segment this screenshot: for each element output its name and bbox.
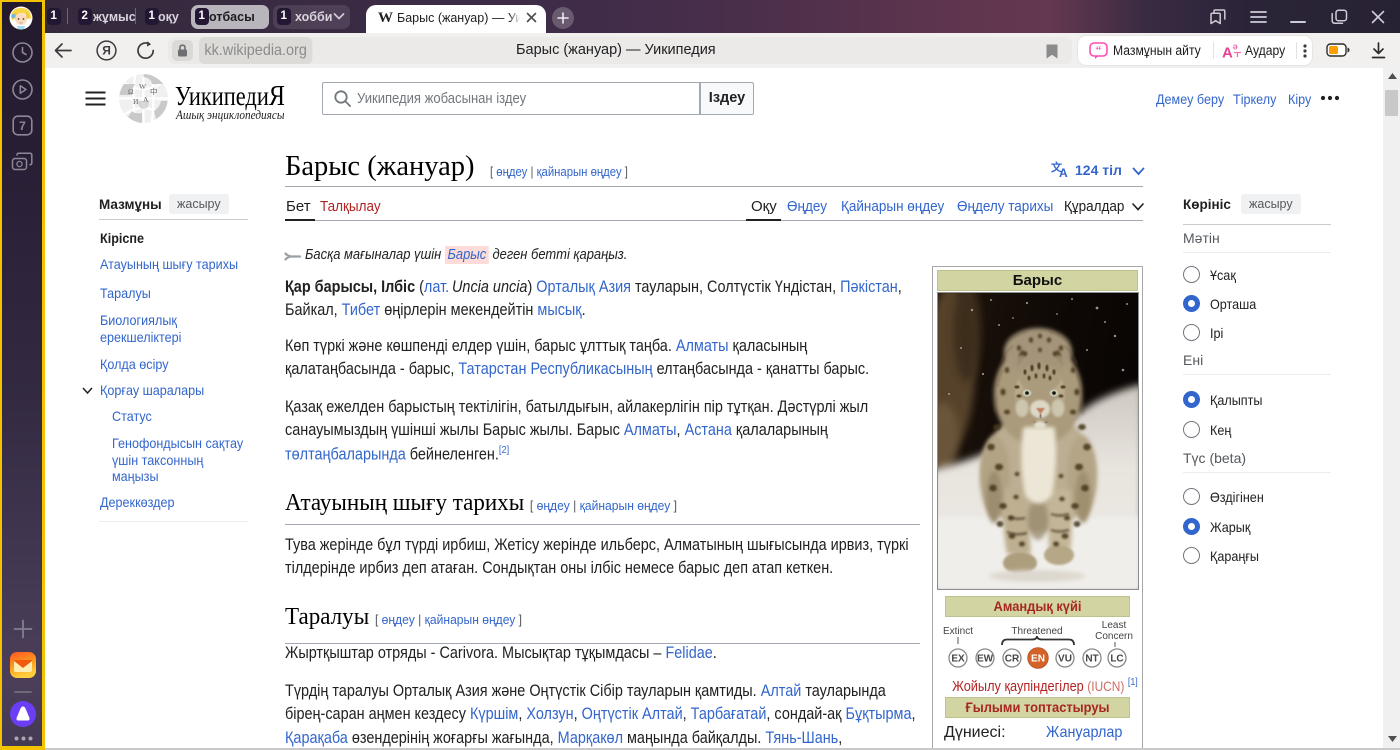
svg-text:Α: Α — [143, 95, 149, 104]
svg-text:Concern: Concern — [1095, 631, 1133, 642]
svg-text:EN: EN — [1031, 654, 1045, 665]
svg-text:NT: NT — [1085, 654, 1098, 665]
svg-text:CR: CR — [1005, 654, 1020, 665]
svg-text:A: A — [1059, 166, 1068, 178]
svg-text:Threatened: Threatened — [1011, 626, 1062, 637]
svg-text:И: И — [133, 97, 139, 106]
svg-text:LC: LC — [1110, 654, 1123, 665]
svg-text:VU: VU — [1058, 654, 1072, 665]
svg-text:Extinct: Extinct — [943, 626, 973, 637]
svg-text:EX: EX — [951, 654, 965, 665]
svg-text:Ω: Ω — [128, 87, 134, 96]
svg-text:7: 7 — [19, 119, 26, 133]
svg-text:W: W — [139, 82, 147, 91]
svg-text:EW: EW — [977, 654, 994, 665]
svg-text:中: 中 — [150, 86, 158, 96]
svg-text:Least: Least — [1102, 620, 1127, 631]
